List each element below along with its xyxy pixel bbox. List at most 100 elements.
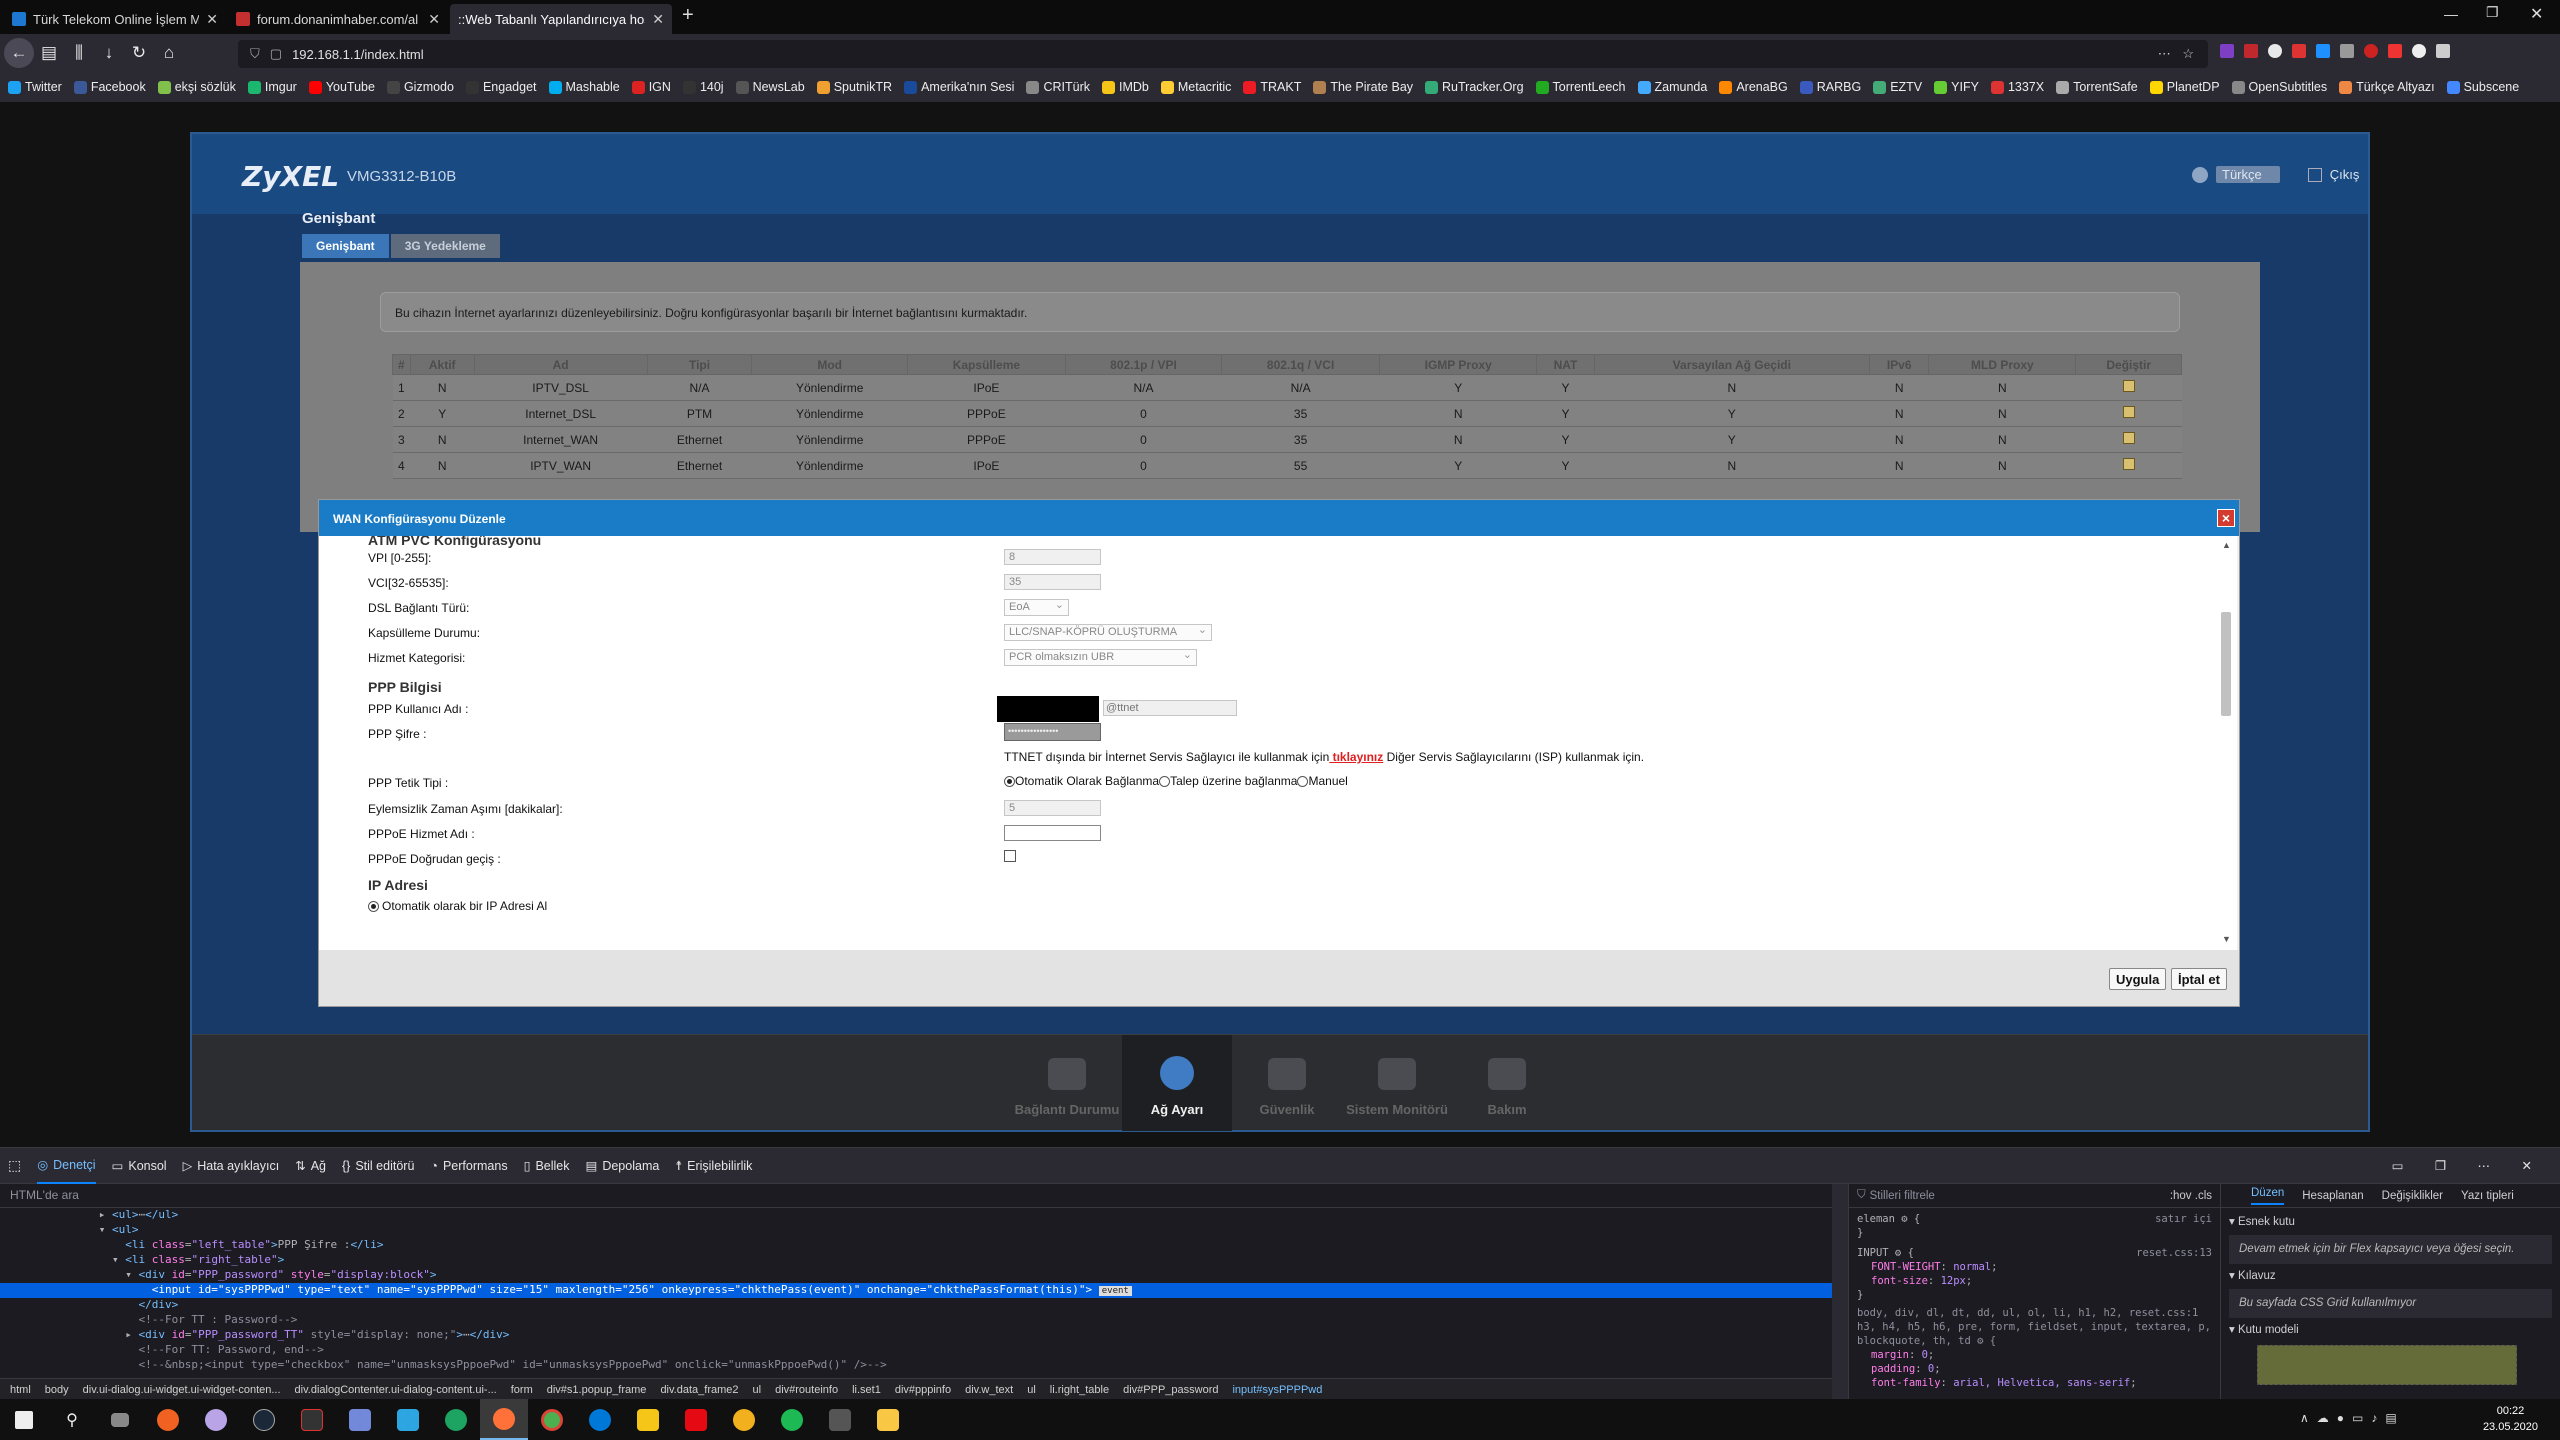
taskbar-app-icon[interactable]	[384, 1399, 432, 1440]
clock[interactable]: 00:22 23.05.2020	[2483, 1403, 2538, 1435]
tab-style-editor[interactable]: {} Stil editörü	[342, 1148, 414, 1184]
browser-tab-3[interactable]: ::Web Tabanlı Yapılandırıcıya hoş g ✕	[450, 4, 672, 34]
rule-reset[interactable]: body, div, dl, dt, dd, ul, ol, li, h1, h…	[1857, 1306, 2212, 1348]
network-icon[interactable]: ▭	[2352, 1411, 2363, 1425]
breadcrumb-item[interactable]: div.w_text	[965, 1384, 1013, 1396]
logout-link[interactable]: Çıkış	[2330, 167, 2360, 182]
extension-icon[interactable]	[2388, 44, 2402, 58]
dock-system-monitor[interactable]: Sistem Monitörü	[1342, 1035, 1452, 1131]
edit-icon[interactable]	[2075, 426, 2182, 453]
code-line[interactable]: ▸ <div id="PPP_password_TT" style="displ…	[0, 1328, 1832, 1343]
taskbar-app-icon[interactable]	[816, 1399, 864, 1440]
bookmark-item[interactable]: TRAKT	[1243, 80, 1301, 94]
rule-input[interactable]: INPUT ⚙ {reset.css:13	[1857, 1246, 2212, 1260]
dock-maintenance[interactable]: Bakım	[1452, 1035, 1562, 1131]
ppp-password-input[interactable]: ••••••••••••••••	[1004, 723, 1101, 741]
bookmark-item[interactable]: The Pirate Bay	[1313, 80, 1413, 94]
close-tab-icon[interactable]: ✕	[428, 11, 440, 28]
pppoe-service-input[interactable]	[1004, 825, 1101, 841]
bookmark-item[interactable]: Gizmodo	[386, 80, 454, 94]
bookmark-item[interactable]: IMDb	[1102, 80, 1149, 94]
breadcrumb-item[interactable]: div#routeinfo	[775, 1384, 838, 1396]
file-explorer-icon[interactable]	[864, 1399, 912, 1440]
extension-icon[interactable]	[2340, 44, 2354, 58]
taskbar-app-icon[interactable]	[192, 1399, 240, 1440]
extension-icon[interactable]	[2364, 44, 2378, 58]
shield-icon[interactable]: ⛉	[250, 46, 260, 62]
steam-icon[interactable]	[240, 1399, 288, 1440]
close-window-icon[interactable]: ✕	[2530, 4, 2543, 24]
bookmark-item[interactable]: 1337X	[1990, 80, 2044, 94]
breadcrumb-item[interactable]: input#sysPPPPwd	[1232, 1384, 1322, 1396]
breadcrumb-item[interactable]: form	[511, 1384, 533, 1396]
close-tab-icon[interactable]: ✕	[652, 11, 664, 28]
code-line[interactable]: ▸ <ul>⋯</ul>	[0, 1208, 1832, 1223]
devtools-options-icon[interactable]: ▭ ❐ ⋯ ✕	[2392, 1158, 2546, 1173]
element-picker-icon[interactable]: ⬚	[8, 1157, 21, 1174]
bookmark-item[interactable]: YouTube	[308, 80, 375, 94]
tab-network[interactable]: ⇅ Ağ	[295, 1148, 326, 1184]
trigger-demand-radio[interactable]	[1159, 775, 1171, 787]
bookmark-item[interactable]: CRITürk	[1026, 80, 1090, 94]
chrome-icon[interactable]	[528, 1399, 576, 1440]
edit-icon[interactable]	[2075, 374, 2182, 401]
html-search-input[interactable]: HTML'de ara	[0, 1184, 1832, 1208]
breadcrumb-item[interactable]: li.right_table	[1050, 1384, 1109, 1396]
breadcrumb-item[interactable]: div.dialogContenter.ui-dialog-content.ui…	[295, 1384, 497, 1396]
tab-console[interactable]: ▭ Konsol	[112, 1148, 167, 1184]
close-tab-icon[interactable]: ✕	[206, 11, 218, 28]
breadcrumb-item[interactable]: html	[10, 1384, 31, 1396]
edit-icon[interactable]	[2075, 400, 2182, 427]
dialog-scrollbar[interactable]: ▲ ▼	[2219, 540, 2233, 944]
bookmark-item[interactable]: YIFY	[1934, 80, 1979, 94]
url-text[interactable]: 192.168.1.1/index.html	[292, 47, 424, 62]
extension-icon[interactable]	[2220, 44, 2234, 58]
code-line[interactable]: ▾ <div id="PPP_password" style="display:…	[0, 1268, 1832, 1283]
tray-app-icon[interactable]: ●	[2337, 1411, 2344, 1425]
scroll-down-icon[interactable]: ▼	[2222, 934, 2231, 944]
tab-broadband[interactable]: Genişbant	[302, 234, 389, 258]
vci-input[interactable]: 35	[1004, 574, 1101, 590]
onedrive-icon[interactable]: ☁	[2317, 1411, 2329, 1425]
language-select[interactable]: Türkçe	[2216, 166, 2280, 183]
bookmark-item[interactable]: SputnikTR	[816, 80, 892, 94]
selected-code-line[interactable]: <input id="sysPPPPwd" type="text" name="…	[0, 1283, 1832, 1298]
bookmark-item[interactable]: Mashable	[548, 80, 620, 94]
bookmark-item[interactable]: EZTV	[1873, 80, 1922, 94]
menu-icon[interactable]	[2436, 44, 2450, 58]
bookmark-item[interactable]: TorrentLeech	[1535, 80, 1626, 94]
code-line[interactable]: <!--&nbsp;<input type="checkbox" name="u…	[0, 1358, 1832, 1373]
code-line[interactable]: </div>	[0, 1298, 1832, 1313]
ppp-username-input[interactable]	[997, 696, 1099, 722]
tab-3g-backup[interactable]: 3G Yedekleme	[390, 234, 500, 258]
breadcrumb-item[interactable]: div.ui-dialog.ui-widget.ui-widget-conten…	[83, 1384, 281, 1396]
dialog-close-icon[interactable]: ×	[2217, 509, 2235, 527]
scrollbar-thumb[interactable]	[2221, 612, 2231, 716]
bookmark-item[interactable]: RuTracker.Org	[1425, 80, 1524, 94]
tab-performance[interactable]: ◔ Performans	[430, 1148, 507, 1184]
trigger-manual-radio[interactable]	[1297, 775, 1309, 787]
edit-icon[interactable]	[2075, 452, 2182, 479]
volume-icon[interactable]: ♪	[2371, 1411, 2377, 1425]
code-line[interactable]: <!--For TT : Password-->	[0, 1313, 1832, 1328]
minimize-icon[interactable]: —	[2444, 6, 2458, 22]
breadcrumb-item[interactable]: ul	[1027, 1384, 1036, 1396]
rule-element[interactable]: eleman ⚙ {satır içi	[1857, 1212, 2212, 1226]
bookmark-item[interactable]: ArenaBG	[1719, 80, 1788, 94]
code-line[interactable]: ▾ <li class="right_table">	[0, 1253, 1832, 1268]
extension-icon[interactable]	[2244, 44, 2258, 58]
bookmark-item[interactable]: Metacritic	[1160, 80, 1231, 94]
bookmark-item[interactable]: ekşi sözlük	[157, 80, 236, 94]
new-tab-icon[interactable]: +	[682, 4, 694, 27]
code-line[interactable]: ▾ <ul>	[0, 1223, 1832, 1238]
grid-section[interactable]: ▾ Kılavuz	[2229, 1268, 2552, 1285]
code-line[interactable]: <!--For TT: Password, end-->	[0, 1343, 1832, 1358]
tab-inspector[interactable]: ◎ Denetçi	[37, 1148, 96, 1184]
task-view-icon[interactable]	[96, 1399, 144, 1440]
back-icon[interactable]: ←	[4, 38, 34, 68]
extension-icon[interactable]	[2292, 44, 2306, 58]
pseudo-class-toggle[interactable]: :hov .cls	[2170, 1190, 2212, 1202]
styles-filter-input[interactable]: Stilleri filtrele	[1870, 1190, 1935, 1202]
home-icon[interactable]: ⌂	[154, 38, 184, 68]
breadcrumb-item[interactable]: div.data_frame2	[660, 1384, 738, 1396]
